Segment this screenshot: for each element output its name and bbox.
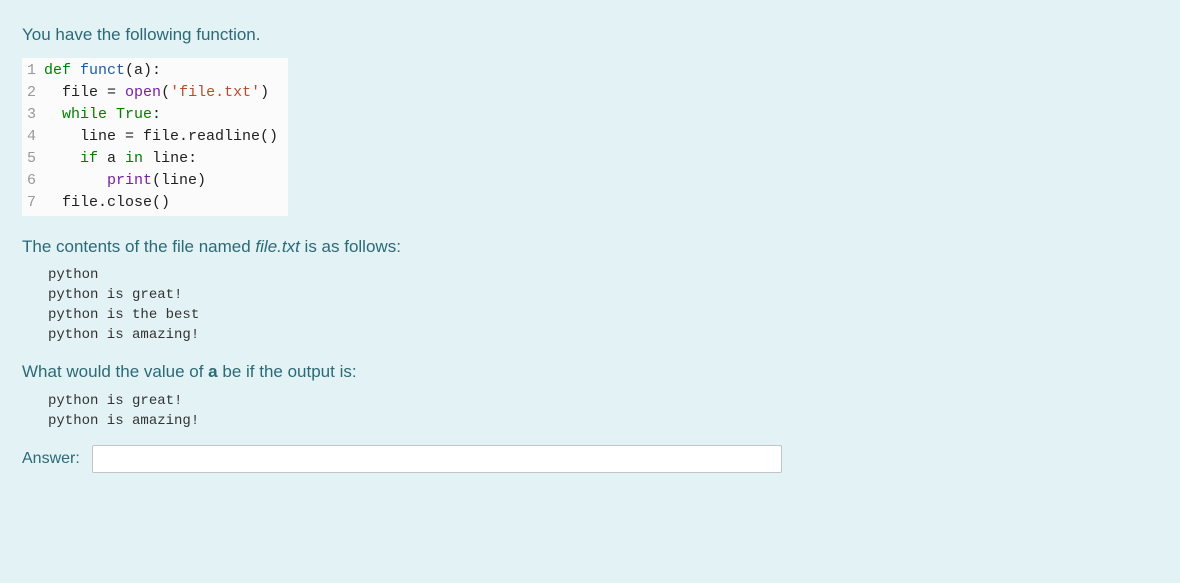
code-line: 2 file = open('file.txt') — [22, 82, 278, 104]
code-token — [44, 150, 80, 167]
line-number: 4 — [22, 126, 44, 148]
code-token: while — [62, 106, 116, 123]
line-number: 1 — [22, 60, 44, 82]
line-number: 5 — [22, 148, 44, 170]
question-panel: You have the following function. 1def fu… — [0, 0, 1180, 583]
code-token: ( — [161, 84, 170, 101]
code-token: open — [125, 84, 161, 101]
code-token — [44, 172, 107, 189]
code-token: (line) — [152, 172, 206, 189]
code-line: 3 while True: — [22, 104, 278, 126]
code-token: = — [107, 84, 116, 101]
code-token: def — [44, 62, 80, 79]
line-number: 6 — [22, 170, 44, 192]
code-token: in — [125, 150, 152, 167]
desc-filename: file.txt — [255, 237, 299, 256]
answer-row: Answer: — [22, 445, 1158, 473]
code-token: 'file.txt' — [170, 84, 260, 101]
code-token: print — [107, 172, 152, 189]
desc-suffix: is as follows: — [300, 237, 401, 256]
code-token: a — [107, 150, 125, 167]
line-number: 3 — [22, 104, 44, 126]
intro-text: You have the following function. — [22, 22, 1158, 48]
file-contents: python python is great! python is the be… — [22, 265, 1158, 345]
code-line: 7 file.close() — [22, 192, 278, 214]
question-var: a — [208, 362, 217, 381]
code-token: ) — [260, 84, 269, 101]
code-token: = — [125, 128, 134, 145]
answer-label: Answer: — [22, 447, 80, 471]
code-token: funct — [80, 62, 125, 79]
code-token: file.close() — [44, 194, 170, 211]
line-number: 2 — [22, 82, 44, 104]
code-token: line — [44, 128, 125, 145]
question-text: What would the value of a be if the outp… — [22, 359, 1158, 385]
code-line: 6 print(line) — [22, 170, 278, 192]
line-number: 7 — [22, 192, 44, 214]
code-token: line: — [152, 150, 197, 167]
question-suffix: be if the output is: — [218, 362, 357, 381]
code-block: 1def funct(a):2 file = open('file.txt')3… — [22, 58, 288, 216]
code-token: file.readline() — [134, 128, 278, 145]
expected-output: python is great! python is amazing! — [22, 391, 1158, 431]
question-prefix: What would the value of — [22, 362, 208, 381]
code-line: 5 if a in line: — [22, 148, 278, 170]
desc-prefix: The contents of the file named — [22, 237, 255, 256]
code-token — [44, 106, 62, 123]
code-token: True — [116, 106, 152, 123]
code-line: 1def funct(a): — [22, 60, 278, 82]
code-token: : — [152, 106, 161, 123]
code-token — [116, 84, 125, 101]
code-token: file — [44, 84, 107, 101]
file-description: The contents of the file named file.txt … — [22, 234, 1158, 260]
code-token: if — [80, 150, 107, 167]
code-token: (a): — [125, 62, 161, 79]
code-line: 4 line = file.readline() — [22, 126, 278, 148]
answer-input[interactable] — [92, 445, 782, 473]
